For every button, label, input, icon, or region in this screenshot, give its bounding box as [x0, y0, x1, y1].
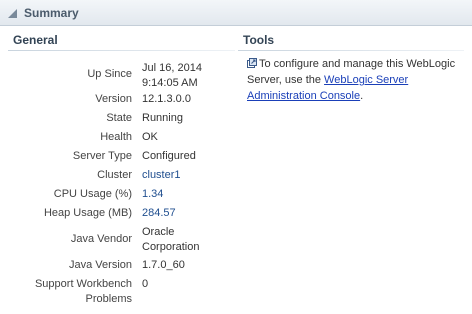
external-window-icon	[247, 58, 257, 68]
value-up-since: Jul 16, 2014 9:14:05 AM	[142, 62, 202, 89]
summary-panel-header: Summary	[0, 0, 472, 26]
panel-title: Summary	[24, 6, 79, 20]
value-heap-usage: 284.57	[142, 207, 176, 219]
label-cpu-usage: CPU Usage (%)	[53, 188, 132, 200]
value-state: Running	[142, 112, 183, 124]
value-java-version: 1.7.0_60	[142, 259, 185, 271]
value-health: OK	[142, 131, 158, 143]
general-section-title: General	[13, 33, 58, 47]
tools-divider	[238, 50, 464, 51]
value-support-workbench: 0	[142, 278, 149, 290]
label-cluster: Cluster	[97, 169, 132, 181]
label-heap-usage: Heap Usage (MB)	[43, 207, 132, 219]
label-state: State	[106, 112, 132, 124]
collapse-triangle-icon[interactable]	[7, 8, 18, 19]
cluster-link[interactable]: cluster1	[142, 168, 181, 183]
tools-text-after: .	[360, 90, 364, 102]
label-up-since: Up Since	[87, 68, 132, 80]
value-server-type: Configured	[142, 150, 196, 162]
general-divider	[8, 50, 235, 51]
value-version: 12.1.3.0.0	[142, 93, 191, 105]
value-cpu-usage: 1.34	[142, 188, 164, 200]
tools-description: To configure and manage this WebLogic Se…	[247, 56, 457, 104]
value-java-vendor: Oracle Corporation	[142, 226, 200, 253]
tools-section-title: Tools	[243, 33, 275, 47]
label-version: Version	[95, 93, 132, 105]
label-server-type: Server Type	[72, 150, 132, 162]
label-java-vendor: Java Vendor	[70, 233, 132, 245]
label-support-workbench: Support Workbench Problems	[34, 278, 132, 305]
label-health: Health	[100, 131, 132, 143]
label-java-version: Java Version	[69, 259, 132, 271]
